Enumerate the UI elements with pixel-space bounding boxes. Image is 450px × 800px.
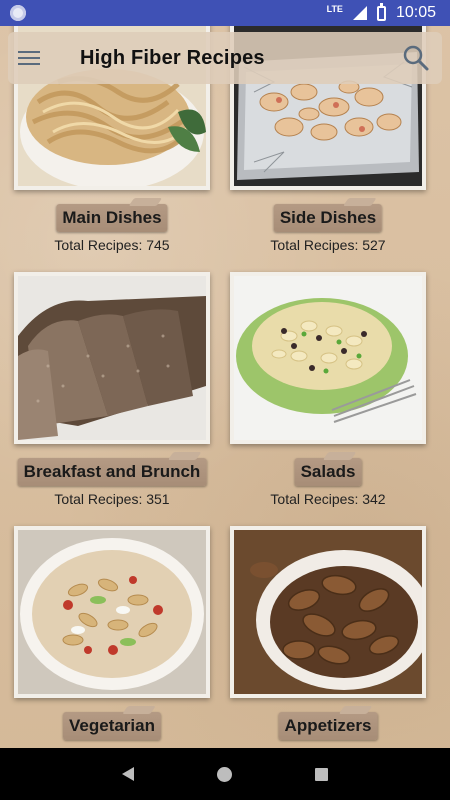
category-card-breakfast-and-brunch[interactable]: Breakfast and Brunch Total Recipes: 351 xyxy=(14,272,210,512)
category-photo-frame xyxy=(230,526,426,698)
category-card-vegetarian[interactable]: Vegetarian xyxy=(14,526,210,748)
category-label-plate: Appetizers xyxy=(278,712,378,740)
category-card-salads[interactable]: Salads Total Recipes: 342 xyxy=(230,272,426,512)
category-label: Vegetarian xyxy=(69,716,155,735)
category-label: Breakfast and Brunch xyxy=(23,462,201,481)
battery-icon xyxy=(376,2,386,21)
category-label: Appetizers xyxy=(284,716,372,735)
signal-icon xyxy=(352,6,367,20)
category-label: Side Dishes xyxy=(279,208,377,227)
category-label-plate: Salads xyxy=(294,458,362,486)
status-bar: LTE 10:05 xyxy=(0,0,450,26)
clock: 10:05 xyxy=(395,4,436,21)
category-photo-frame xyxy=(230,272,426,444)
category-photo-frame xyxy=(14,272,210,444)
home-circle-icon[interactable] xyxy=(216,766,232,782)
recipe-count: Total Recipes: 351 xyxy=(54,491,170,507)
category-label-plate: Breakfast and Brunch xyxy=(17,458,207,486)
search-icon[interactable] xyxy=(402,44,430,72)
category-label: Main Dishes xyxy=(62,208,162,227)
recipe-count: Total Recipes: 527 xyxy=(270,237,386,253)
salad-photo xyxy=(234,276,422,440)
category-label-plate: Main Dishes xyxy=(56,204,168,232)
network-type: LTE xyxy=(326,4,343,14)
category-grid: Main Dishes Total Recipes: 745 Side Dish… xyxy=(0,0,450,748)
recipe-count: Total Recipes: 342 xyxy=(270,491,386,507)
rotini-photo xyxy=(18,530,206,694)
recents-square-icon[interactable] xyxy=(315,767,329,781)
hamburger-menu-icon[interactable] xyxy=(18,49,42,67)
category-card-appetizers[interactable]: Appetizers xyxy=(230,526,426,748)
category-label-plate: Vegetarian xyxy=(63,712,161,740)
category-label-plate: Side Dishes xyxy=(273,204,383,232)
bread-photo xyxy=(18,276,206,440)
category-photo-frame xyxy=(14,526,210,698)
peanuts-photo xyxy=(234,530,422,694)
app-toolbar: High Fiber Recipes xyxy=(8,32,442,84)
notification-icon xyxy=(10,5,26,21)
category-label: Salads xyxy=(300,462,356,481)
app-title: High Fiber Recipes xyxy=(80,46,265,69)
back-triangle-icon[interactable] xyxy=(121,767,134,781)
system-nav-bar xyxy=(0,748,450,800)
recipe-count: Total Recipes: 745 xyxy=(54,237,170,253)
